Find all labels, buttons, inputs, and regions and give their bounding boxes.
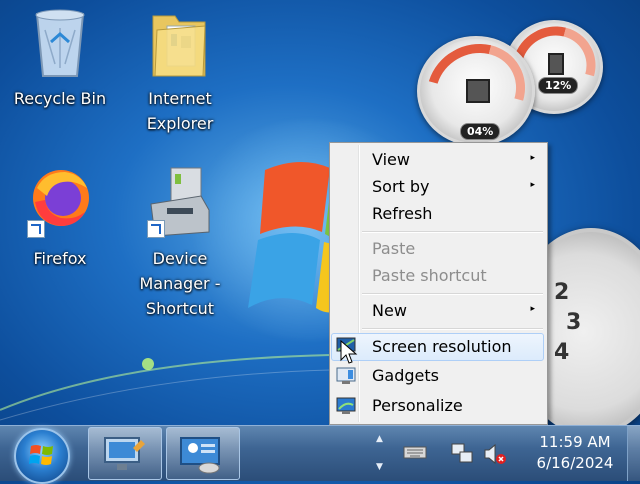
submenu-arrow-icon: ▸ — [530, 304, 535, 314]
memory-percent: 12% — [538, 77, 579, 94]
menu-item-personalize[interactable]: Personalize — [332, 393, 543, 419]
menu-item-paste[interactable]: Paste — [332, 236, 543, 262]
device-manager-label-line-2: Manager - — [139, 274, 221, 293]
taskbar-date: 6/16/2024 — [536, 454, 614, 472]
menu-item-refresh[interactable]: Refresh — [332, 201, 543, 227]
internet-explorer-label-line-1: Internet — [148, 89, 212, 108]
taskbar-button-control-panel[interactable] — [88, 427, 162, 480]
menu-item-label: Personalize — [372, 396, 463, 415]
clock-numeral: 3 — [566, 310, 582, 335]
cpu-meter-gadget[interactable]: 12% 04% — [409, 11, 611, 156]
personalize-icon — [336, 397, 356, 414]
menu-separator — [362, 231, 543, 233]
taskbar-clock[interactable]: 11:59 AM 6/16/2024 — [525, 432, 625, 474]
menu-item-label: Screen resolution — [372, 337, 512, 356]
device-manager-label-line-3: Shortcut — [145, 299, 215, 318]
menu-item-paste-shortcut[interactable]: Paste shortcut — [332, 263, 543, 289]
device-manager-icon — [145, 166, 215, 240]
clock-numeral: 2 — [554, 280, 570, 305]
menu-item-new[interactable]: New ▸ — [332, 298, 543, 324]
menu-item-sort-by[interactable]: Sort by ▸ — [332, 174, 543, 200]
menu-item-label: Paste shortcut — [372, 266, 487, 285]
menu-item-label: New — [372, 301, 407, 320]
menu-item-label: Sort by — [372, 177, 430, 196]
show-desktop-button[interactable] — [627, 426, 640, 481]
taskbar-button-system[interactable] — [166, 427, 240, 480]
desktop-icon-device-manager[interactable]: Device Manager - Shortcut — [125, 166, 235, 321]
clock-numeral: 4 — [554, 340, 570, 365]
menu-item-label: View — [372, 150, 410, 169]
recycle-bin-label: Recycle Bin — [13, 89, 107, 108]
scroll-down-icon[interactable]: ▼ — [376, 462, 383, 472]
gadgets-icon — [336, 367, 356, 384]
cpu-chip-icon — [466, 79, 490, 103]
menu-item-label: Paste — [372, 239, 416, 258]
menu-item-gadgets[interactable]: Gadgets — [332, 363, 543, 389]
cpu-percent: 04% — [460, 123, 501, 140]
firefox-icon — [25, 166, 95, 240]
start-button[interactable] — [14, 428, 70, 484]
mouse-cursor-icon — [340, 340, 358, 364]
control-panel-icon — [104, 437, 145, 470]
taskbar-scroll[interactable]: ▲ ▼ — [370, 426, 392, 481]
submenu-arrow-icon: ▸ — [530, 153, 535, 163]
menu-item-screen-resolution[interactable]: Screen resolution — [331, 333, 544, 361]
device-manager-label-line-1: Device — [152, 249, 208, 268]
menu-separator — [362, 293, 543, 295]
scroll-up-icon[interactable]: ▲ — [376, 434, 383, 444]
desktop[interactable]: Recycle Bin Internet Explorer Firefox De… — [0, 0, 640, 425]
windows-logo-icon — [29, 445, 53, 465]
menu-item-label: Refresh — [372, 204, 433, 223]
desktop-icon-recycle-bin[interactable]: Recycle Bin — [5, 6, 115, 111]
desktop-icon-firefox[interactable]: Firefox — [5, 166, 115, 271]
menu-item-label: Gadgets — [372, 366, 439, 385]
recycle-bin-icon — [25, 6, 95, 80]
system-icon — [180, 437, 220, 474]
internet-explorer-label-line-2: Explorer — [146, 114, 214, 133]
desktop-context-menu: View ▸ Sort by ▸ Refresh Paste Paste sho… — [329, 142, 548, 425]
shortcut-arrow-icon — [27, 220, 45, 238]
submenu-arrow-icon: ▸ — [530, 180, 535, 190]
volume-muted-icon[interactable] — [483, 442, 507, 466]
cpu-gauge: 04% — [409, 26, 543, 156]
keyboard-icon[interactable] — [403, 444, 427, 460]
memory-chip-icon — [548, 53, 564, 75]
shortcut-arrow-icon — [147, 220, 165, 238]
taskbar: ▲ ▼ 11:59 AM 6/16/2024 — [0, 425, 640, 484]
menu-item-view[interactable]: View ▸ — [332, 147, 543, 173]
folder-icon — [145, 6, 215, 80]
taskbar-time: 11:59 AM — [539, 433, 611, 451]
desktop-icon-internet-explorer[interactable]: Internet Explorer — [125, 6, 235, 136]
menu-separator — [362, 328, 543, 330]
network-icon[interactable] — [450, 442, 474, 466]
firefox-label: Firefox — [33, 249, 87, 268]
